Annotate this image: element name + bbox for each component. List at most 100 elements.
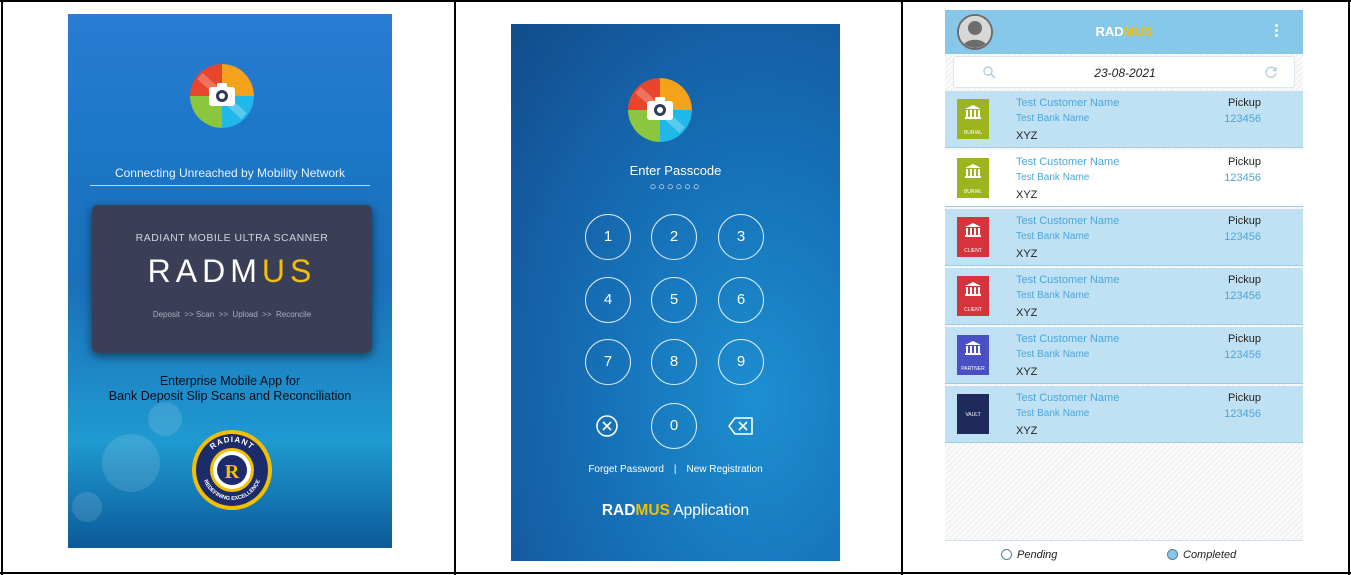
list-item[interactable]: PARTNER Test Customer Name Test Bank Nam… (945, 327, 1303, 384)
pickup-number: 123456 (1224, 231, 1261, 243)
bokeh-circle (72, 492, 102, 522)
bank-icon (965, 164, 981, 178)
location-code: XYZ (1016, 189, 1038, 201)
pickup-status: Pickup (1227, 97, 1261, 109)
tab-completed[interactable]: Completed (1167, 549, 1236, 561)
key-8[interactable]: 8 (651, 339, 697, 385)
customer-name: Test Customer Name (1016, 156, 1120, 168)
radio-icon (1167, 549, 1178, 560)
customer-name: Test Customer Name (1016, 274, 1120, 286)
list-item[interactable]: CLIENT Test Customer Name Test Bank Name… (945, 209, 1303, 266)
backspace-icon[interactable] (727, 416, 755, 436)
forget-password-link[interactable]: Forget Password (588, 464, 664, 475)
bokeh-circle (102, 434, 160, 492)
location-code: XYZ (1016, 248, 1038, 260)
brand-white-part: RADM (147, 253, 262, 289)
bank-name: Test Bank Name (1016, 231, 1090, 242)
splash-screen: Connecting Unreached by Mobility Network… (68, 14, 392, 548)
pickup-list-screen: RADMUS 23-08-2021 BURIAL Test Customer N… (945, 10, 1303, 568)
tile-label: BURIAL (963, 130, 983, 136)
vault-tile: VAULT (957, 394, 989, 434)
card-subtitle: RADIANT MOBILE ULTRA SCANNER (135, 232, 329, 244)
list-item[interactable]: VAULT Test Customer Name Test Bank Name … (945, 386, 1303, 443)
passcode-screen: Enter Passcode ○○○○○○ 1 2 3 4 5 6 7 8 9 … (511, 24, 840, 561)
location-code: XYZ (1016, 307, 1038, 319)
client-tile: CLIENT (957, 217, 989, 257)
key-4[interactable]: 4 (585, 277, 631, 323)
app-header: RADMUS (945, 10, 1303, 54)
date-field[interactable]: 23-08-2021 (954, 66, 1296, 80)
header-title: RADMUS (945, 24, 1303, 39)
key-9[interactable]: 9 (718, 339, 764, 385)
link-separator: | (673, 464, 677, 475)
grid-left-border (1, 0, 3, 575)
bokeh-circle (148, 402, 182, 436)
more-menu-icon[interactable] (1271, 22, 1281, 44)
location-code: XYZ (1016, 130, 1038, 142)
bank-icon (965, 105, 981, 119)
tab-pending[interactable]: Pending (1001, 549, 1057, 561)
auth-links: Forget Password | New Registration (511, 464, 840, 475)
list-item[interactable]: BURIAL Test Customer Name Test Bank Name… (945, 91, 1303, 148)
key-5[interactable]: 5 (651, 277, 697, 323)
tab-completed-label: Completed (1183, 549, 1237, 561)
pickup-status: Pickup (1227, 333, 1261, 345)
grid-divider-1 (454, 0, 456, 575)
refresh-icon[interactable] (1264, 65, 1278, 79)
pickup-status: Pickup (1227, 392, 1261, 404)
bank-name: Test Bank Name (1016, 290, 1090, 301)
customer-name: Test Customer Name (1016, 333, 1120, 345)
header-title-white: RAD (1095, 24, 1124, 39)
burial-tile: BURIAL (957, 158, 989, 198)
app-logo (628, 78, 692, 142)
bank-icon (965, 282, 981, 296)
process-flow: Deposit >> Scan >> Upload >> Reconcile (152, 310, 312, 319)
bank-icon (965, 341, 981, 355)
radiant-badge-logo: R RADIANT REDEFINING EXCELLENCE (190, 428, 274, 512)
divider (90, 185, 370, 186)
list-item[interactable]: BURIAL Test Customer Name Test Bank Name… (945, 150, 1303, 207)
app-name-footer: RADMUS Application (511, 502, 840, 520)
brand-yellow-part: US (261, 253, 317, 289)
customer-name: Test Customer Name (1016, 215, 1120, 227)
passcode-title: Enter Passcode (629, 163, 722, 178)
pickup-number: 123456 (1224, 172, 1261, 184)
status-tab-bar: Pending Completed (945, 540, 1303, 568)
pickup-number: 123456 (1224, 113, 1261, 125)
tile-label: VAULT (965, 412, 981, 418)
client-tile: CLIENT (957, 276, 989, 316)
brand-card: RADIANT MOBILE ULTRA SCANNER RADMUS Depo… (92, 205, 372, 353)
description-line-2: Bank Deposit Slip Scans and Reconciliati… (108, 389, 352, 403)
app-logo (190, 64, 254, 128)
bank-name: Test Bank Name (1016, 349, 1090, 360)
bank-name: Test Bank Name (1016, 113, 1090, 124)
pickup-number: 123456 (1224, 408, 1261, 420)
tile-label: BURIAL (963, 189, 983, 195)
app-description: Enterprise Mobile App for Bank Deposit S… (68, 374, 392, 404)
pickup-status: Pickup (1227, 215, 1261, 227)
pickup-number: 123456 (1224, 349, 1261, 361)
pickup-number: 123456 (1224, 290, 1261, 302)
grid-right-border (1348, 0, 1350, 575)
customer-name: Test Customer Name (1016, 392, 1120, 404)
key-3[interactable]: 3 (718, 214, 764, 260)
svg-text:R: R (225, 461, 240, 483)
key-6[interactable]: 6 (718, 277, 764, 323)
passcode-dots: ○○○○○○ (649, 181, 702, 193)
key-2[interactable]: 2 (651, 214, 697, 260)
clear-icon[interactable] (595, 414, 619, 438)
partner-tile: PARTNER (957, 335, 989, 375)
key-1[interactable]: 1 (585, 214, 631, 260)
grid-top-border (0, 0, 1351, 2)
new-registration-link[interactable]: New Registration (687, 464, 763, 475)
location-code: XYZ (1016, 425, 1038, 437)
tile-label: CLIENT (964, 307, 982, 313)
key-7[interactable]: 7 (585, 339, 631, 385)
grid-divider-2 (901, 0, 903, 575)
tab-pending-label: Pending (1017, 549, 1058, 561)
app-name-yellow: MUS (635, 502, 670, 519)
radio-icon (1001, 549, 1012, 560)
pickup-status: Pickup (1227, 156, 1261, 168)
list-item[interactable]: CLIENT Test Customer Name Test Bank Name… (945, 268, 1303, 325)
key-0[interactable]: 0 (651, 403, 697, 449)
